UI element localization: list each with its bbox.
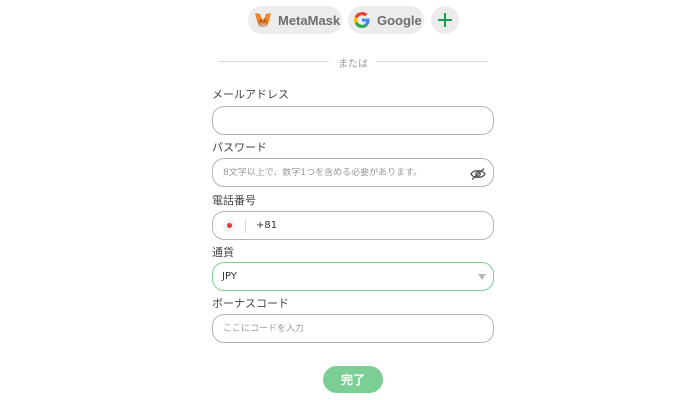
password-label: パスワード bbox=[212, 141, 267, 154]
email-label: メールアドレス bbox=[212, 88, 289, 101]
phone-label: 電話番号 bbox=[212, 194, 256, 207]
currency-select[interactable]: JPY bbox=[212, 262, 494, 291]
password-field[interactable] bbox=[213, 167, 493, 178]
social-login-row: MetaMask Google bbox=[0, 6, 700, 34]
divider-line-right bbox=[377, 61, 488, 62]
country-separator bbox=[245, 218, 246, 233]
more-options-button[interactable] bbox=[431, 6, 459, 34]
flag-dot bbox=[226, 223, 232, 228]
submit-button[interactable]: 完了 bbox=[323, 366, 383, 393]
password-field-wrapper bbox=[212, 158, 494, 187]
phone-field[interactable] bbox=[277, 220, 493, 231]
google-button[interactable]: Google bbox=[348, 6, 424, 34]
country-code: +81 bbox=[256, 220, 278, 231]
japan-flag-icon[interactable] bbox=[223, 219, 235, 232]
plus-icon bbox=[437, 12, 453, 28]
bonus-code-field[interactable] bbox=[213, 323, 493, 334]
divider-text: または bbox=[338, 59, 368, 70]
signup-form-page: MetaMask Google または メールアドレス パスワード 電話番号 +… bbox=[0, 0, 700, 400]
bonus-code-field-wrapper bbox=[212, 314, 494, 343]
or-divider: または bbox=[218, 55, 488, 70]
phone-field-wrapper: +81 bbox=[212, 211, 494, 240]
email-field[interactable] bbox=[213, 115, 493, 126]
bonus-code-label: ボーナスコード bbox=[212, 297, 289, 310]
email-field-wrapper bbox=[212, 106, 494, 135]
currency-label: 通貨 bbox=[212, 246, 234, 259]
metamask-fox-icon bbox=[254, 11, 272, 29]
metamask-button[interactable]: MetaMask bbox=[248, 6, 342, 34]
metamask-label: MetaMask bbox=[278, 12, 341, 28]
dropdown-arrow-icon bbox=[478, 274, 486, 280]
google-label: Google bbox=[377, 12, 422, 28]
google-icon bbox=[353, 11, 371, 29]
eye-icon[interactable] bbox=[470, 166, 486, 180]
currency-selected-value: JPY bbox=[222, 271, 237, 282]
